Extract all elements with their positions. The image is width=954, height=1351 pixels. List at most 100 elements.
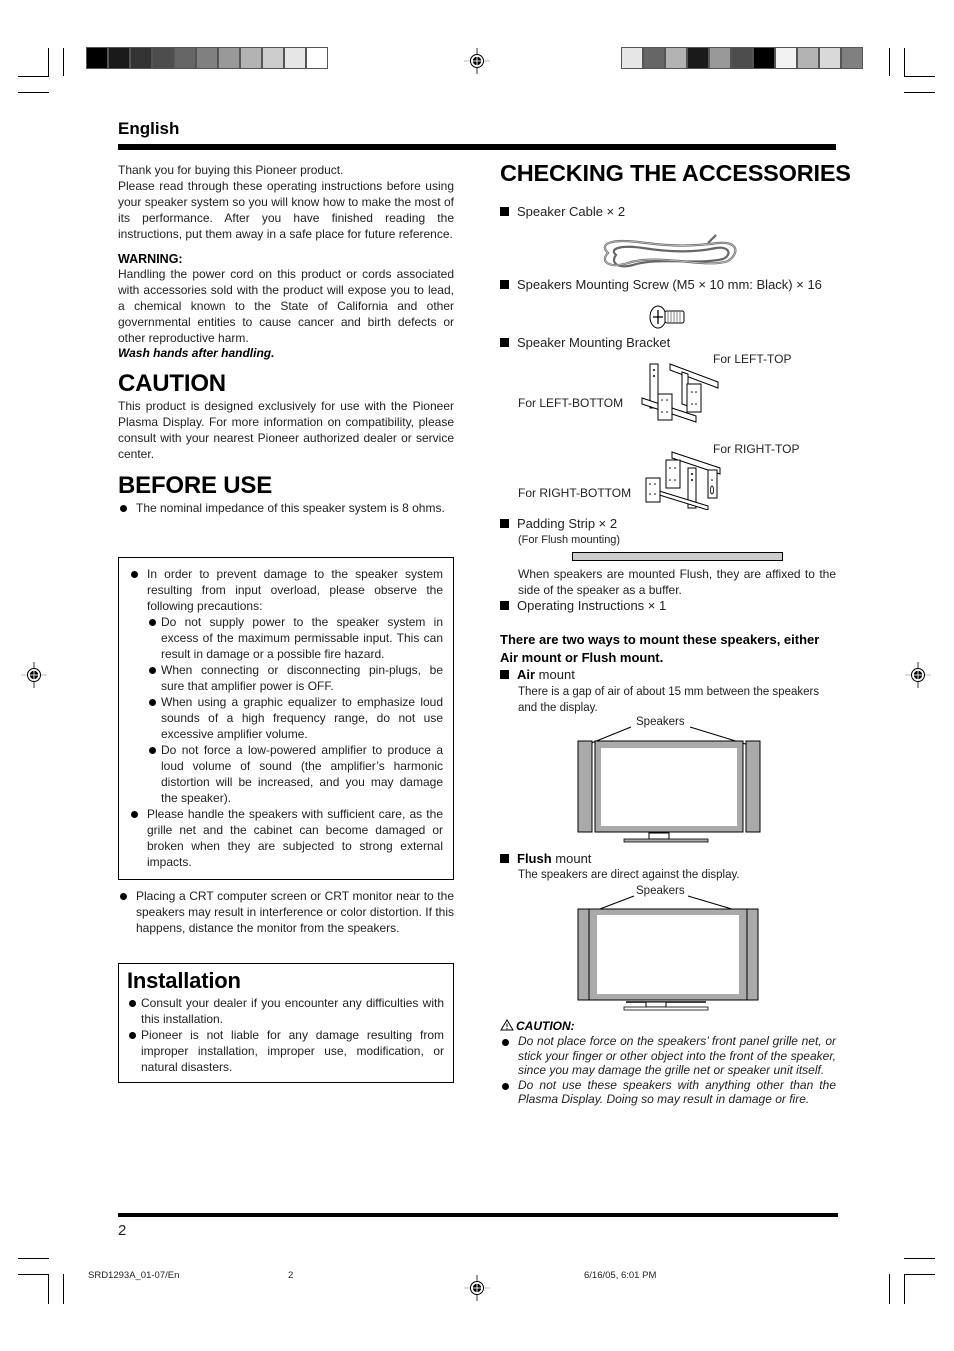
flush-mount-illustration xyxy=(577,895,759,1011)
header-rule xyxy=(118,144,836,150)
crop-mark xyxy=(48,48,49,76)
color-swatch xyxy=(175,48,195,68)
bullet-square-icon xyxy=(500,519,509,528)
crop-mark xyxy=(63,48,64,76)
air-mount-heading: Air mount xyxy=(500,667,575,682)
accessory-speaker-cable: Speaker Cable × 2 xyxy=(500,204,625,219)
crop-mark xyxy=(904,48,905,76)
bullet-square-icon xyxy=(500,601,509,610)
accessory-label: Operating Instructions × 1 xyxy=(517,598,667,613)
color-swatch xyxy=(622,48,642,68)
precaution-subitem: Do not force a low-powered amplifier to … xyxy=(147,742,443,806)
precaution-sublist: Do not supply power to the speaker syste… xyxy=(147,614,443,806)
color-swatch xyxy=(710,48,730,68)
registration-mark-icon xyxy=(464,48,490,74)
warning-title: WARNING: xyxy=(118,252,183,266)
crop-mark xyxy=(18,92,49,93)
mounting-screw-illustration xyxy=(649,305,685,329)
flush-mount-description: The speakers are direct against the disp… xyxy=(518,869,740,881)
crop-mark xyxy=(889,1274,890,1304)
air-mount-bold: Air xyxy=(517,667,536,682)
registration-mark-icon xyxy=(905,662,931,688)
precautions-box: In order to prevent damage to the speake… xyxy=(118,557,454,880)
precaution-subitem: When connecting or disconnecting pin-plu… xyxy=(147,662,443,694)
footer-rule xyxy=(118,1213,838,1217)
accessory-padding-strip: Padding Strip × 2 xyxy=(500,516,617,531)
accessory-operating-instructions: Operating Instructions × 1 xyxy=(500,598,666,613)
bracket-label-left-bottom: For LEFT-BOTTOM xyxy=(518,396,624,410)
color-swatch xyxy=(754,48,774,68)
intro-thanks: Thank you for buying this Pioneer produc… xyxy=(118,163,344,177)
flush-mount-heading: Flush mount xyxy=(500,851,591,866)
precaution-subitem: When using a graphic equalizer to emphas… xyxy=(147,694,443,742)
color-swatch xyxy=(688,48,708,68)
intro-paragraph: Please read through these operating inst… xyxy=(118,179,454,241)
accessory-label: Speaker Mounting Bracket xyxy=(517,335,671,350)
crop-mark xyxy=(904,1274,905,1304)
installation-list: Consult your dealer if you encounter any… xyxy=(127,995,444,1075)
caution-body: This product is designed exclusively for… xyxy=(118,399,454,461)
color-swatch xyxy=(263,48,283,68)
left-brackets-illustration xyxy=(641,363,719,423)
accessory-mounting-screw: Speakers Mounting Screw (M5 × 10 mm: Bla… xyxy=(500,277,822,292)
color-swatch xyxy=(842,48,862,68)
crop-mark xyxy=(18,1274,49,1275)
accessories-heading: CHECKING THE ACCESSORIES xyxy=(500,160,851,186)
accessory-label: Speaker Cable × 2 xyxy=(517,204,626,219)
installation-box: Installation Consult your dealer if you … xyxy=(118,963,454,1083)
air-mount-description: There is a gap of air of about 15 mm bet… xyxy=(518,686,820,714)
air-mount-illustration xyxy=(577,726,761,843)
impedance-list: The nominal impedance of this speaker sy… xyxy=(118,500,454,516)
color-calibration-strip-right xyxy=(621,47,863,69)
crt-list: Placing a CRT computer screen or CRT mon… xyxy=(118,888,454,936)
color-swatch xyxy=(153,48,173,68)
air-mount-rest: mount xyxy=(535,667,575,682)
bullet-square-icon xyxy=(500,670,509,679)
registration-mark-icon xyxy=(21,662,47,688)
accessory-label: Padding Strip × 2 xyxy=(517,516,618,531)
color-calibration-strip-left xyxy=(86,47,328,69)
color-swatch xyxy=(307,48,327,68)
color-swatch xyxy=(219,48,239,68)
color-swatch xyxy=(87,48,107,68)
caution2-item: Do not use these speakers with anything … xyxy=(500,1078,836,1107)
bracket-label-right-bottom: For RIGHT-BOTTOM xyxy=(518,486,632,500)
padding-strip-description: When speakers are mounted Flush, they ar… xyxy=(518,567,836,597)
crt-note: Placing a CRT computer screen or CRT mon… xyxy=(118,888,454,936)
precaution-item: In order to prevent damage to the speake… xyxy=(129,566,443,806)
warning-body: Handling the power cord on this product … xyxy=(118,267,454,345)
bullet-square-icon xyxy=(500,280,509,289)
color-swatch xyxy=(285,48,305,68)
color-swatch xyxy=(197,48,217,68)
caution2-list: Do not place force on the speakers’ fron… xyxy=(500,1034,836,1107)
accessory-label: Speakers Mounting Screw (M5 × 10 mm: Bla… xyxy=(517,277,822,292)
padding-strip-illustration xyxy=(572,552,783,561)
crop-mark xyxy=(889,48,890,76)
crop-mark xyxy=(904,1274,935,1275)
impedance-note: The nominal impedance of this speaker sy… xyxy=(118,500,454,516)
bullet-square-icon xyxy=(500,854,509,863)
crop-mark xyxy=(904,92,935,93)
left-column: Thank you for buying this Pioneer produc… xyxy=(118,162,454,516)
bullet-square-icon xyxy=(500,338,509,347)
color-swatch xyxy=(732,48,752,68)
color-swatch xyxy=(666,48,686,68)
warning-triangle-icon xyxy=(500,1019,514,1031)
before-use-heading: BEFORE USE xyxy=(118,472,273,499)
installation-heading: Installation xyxy=(127,968,241,993)
bullet-square-icon xyxy=(500,207,509,216)
flush-mount-rest: mount xyxy=(551,851,592,866)
precaution-subitem: Do not supply power to the speaker syste… xyxy=(147,614,443,662)
warning-emphasis: Wash hands after handling. xyxy=(118,346,275,360)
document-code: SRD1293A_01-07/En xyxy=(88,1270,180,1281)
language-heading: English xyxy=(118,119,180,138)
caution2-item: Do not place force on the speakers’ fron… xyxy=(500,1034,836,1078)
precaution-text: In order to prevent damage to the speake… xyxy=(147,567,443,613)
padding-strip-note: (For Flush mounting) xyxy=(518,534,621,546)
precaution-item: Please handle the speakers with sufficie… xyxy=(129,806,443,870)
right-brackets-illustration xyxy=(645,451,721,510)
color-swatch xyxy=(776,48,796,68)
crop-mark xyxy=(48,1274,49,1304)
slug-page-number: 2 xyxy=(288,1270,294,1281)
mounting-intro: There are two ways to mount these speake… xyxy=(500,632,820,665)
